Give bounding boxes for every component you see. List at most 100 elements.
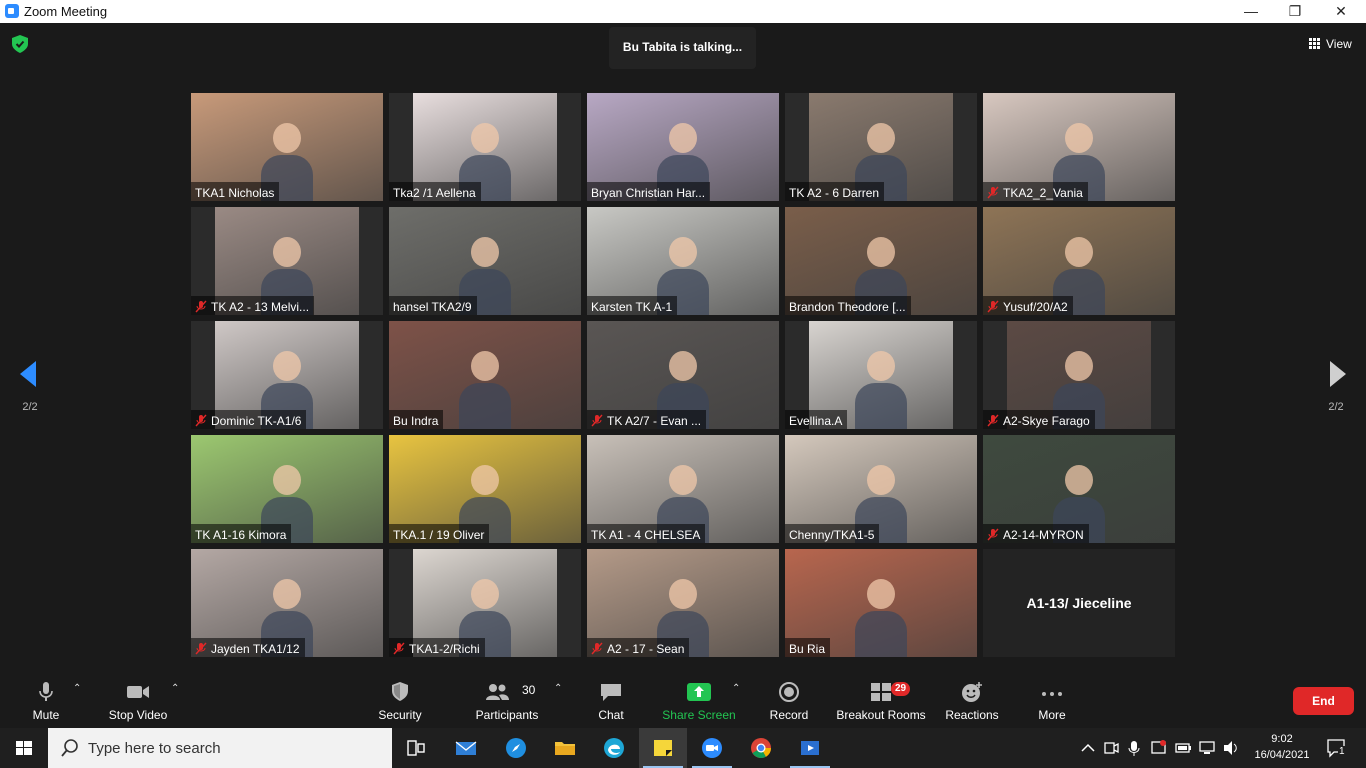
participant-name: Bu Ria [789,641,826,656]
more-button[interactable]: More [1032,675,1072,728]
participant-name-tag: TKA.1 / 19 Oliver [389,524,490,543]
participant-name-tag: TK A1 - 4 CHELSEA [587,524,706,543]
tray-network-alert-icon[interactable] [1150,728,1168,768]
windows-taskbar: Type here to search 9:02 16/04/2021 1 [0,728,1366,768]
tray-overflow-chevron-icon[interactable] [1078,728,1098,768]
search-placeholder: Type here to search [88,740,221,757]
participant-tile[interactable]: TKA1 Nicholas [191,93,383,201]
participant-face [867,237,895,267]
view-label: View [1326,37,1352,51]
action-center-button[interactable]: 1 [1322,728,1352,768]
stop-video-button[interactable]: Stop Video [104,675,172,728]
share-screen-button[interactable]: Share Screen [662,675,736,728]
end-meeting-button[interactable]: End [1293,687,1354,715]
taskbar-search-box[interactable]: Type here to search [48,728,392,768]
participant-name: Dominic TK-A1/6 [211,413,302,428]
chat-label: Chat [598,708,624,722]
participant-name-tag: Bu Indra [389,410,444,429]
audio-options-caret-icon[interactable]: ⌃ [73,683,81,694]
shield-check-icon[interactable] [12,35,28,53]
participant-tile[interactable]: Karsten TK A-1 [587,207,779,315]
breakout-rooms-badge: 29 [891,682,911,696]
participant-face [867,123,895,153]
restore-button[interactable]: ❐ [1272,0,1318,23]
participant-tile[interactable]: Bu Indra [389,321,581,429]
participant-tile[interactable]: TK A2 - 6 Darren [785,93,977,201]
microphone-icon [39,682,53,701]
participant-tile[interactable]: Yusuf/20/A2 [983,207,1175,315]
mute-button[interactable]: Mute [22,675,70,728]
share-options-caret-icon[interactable]: ⌃ [732,683,740,694]
participant-name-large: A1-13/ Jieceline [1026,595,1132,611]
participant-face [1065,465,1093,495]
participant-tile[interactable]: Bu Ria [785,549,977,657]
task-view-button[interactable] [392,728,440,768]
taskbar-mail-app[interactable] [442,728,490,768]
video-options-caret-icon[interactable]: ⌃ [171,683,179,694]
participant-name-tag: Chenny/TKA1-5 [785,524,880,543]
participant-tile[interactable]: A1-13/ Jieceline [983,549,1175,657]
minimize-button[interactable]: — [1228,0,1274,23]
meeting-area: Bu Tabita is talking... View 2/2 2/2 TKA… [0,23,1366,675]
participant-name-tag: TK A2 - 6 Darren [785,182,885,201]
participant-body [855,611,907,657]
tray-battery-icon[interactable] [1174,728,1192,768]
participant-tile[interactable]: A2 - 17 - Sean [587,549,779,657]
participant-tile[interactable]: Chenny/TKA1-5 [785,435,977,543]
participant-tile[interactable]: hansel TKA2/9 [389,207,581,315]
taskbar-zoom-app[interactable] [688,728,736,768]
taskbar-browser-app[interactable] [492,728,540,768]
taskbar-media-app[interactable] [786,728,834,768]
taskbar-edge-app[interactable] [590,728,638,768]
tray-camera-icon[interactable] [1102,728,1120,768]
participant-name-tag: A2-Skye Farago [983,410,1095,429]
reactions-button[interactable]: Reactions [944,675,1000,728]
participant-tile[interactable]: TKA.1 / 19 Oliver [389,435,581,543]
participant-tile[interactable]: Dominic TK-A1/6 [191,321,383,429]
tray-volume-icon[interactable] [1222,728,1240,768]
tray-microphone-icon[interactable] [1126,728,1142,768]
participants-label: Participants [475,708,539,722]
participant-tile[interactable]: TK A1-16 Kimora [191,435,383,543]
security-button[interactable]: Security [372,675,428,728]
taskbar-clock[interactable]: 9:02 16/04/2021 [1254,731,1310,763]
participant-name: TKA.1 / 19 Oliver [393,527,485,542]
participant-face [669,351,697,381]
participant-name-tag: TK A1-16 Kimora [191,524,292,543]
compass-browser-icon [506,738,526,758]
participant-tile[interactable]: Jayden TKA1/12 [191,549,383,657]
participant-tile[interactable]: A2-Skye Farago [983,321,1175,429]
participant-face [1065,123,1093,153]
participant-name-tag: Tka2 /1 Aellena [389,182,481,201]
participant-tile[interactable]: TKA1-2/Richi [389,549,581,657]
chat-button[interactable]: Chat [590,675,632,728]
taskbar-chrome-app[interactable] [737,728,785,768]
taskbar-sticky-notes-app[interactable] [639,728,687,768]
close-button[interactable]: ✕ [1318,0,1364,23]
participant-tile[interactable]: Tka2 /1 Aellena [389,93,581,201]
participant-tile[interactable]: Bryan Christian Har... [587,93,779,201]
participant-tile[interactable]: Evellina.A [785,321,977,429]
microphone-muted-icon [393,642,405,655]
microphone-muted-icon [195,300,207,313]
windows-start-icon[interactable] [0,728,48,768]
participant-tile[interactable]: A2-14-MYRON [983,435,1175,543]
window-title: Zoom Meeting [24,4,108,19]
participant-tile[interactable]: TK A2/7 - Evan ... [587,321,779,429]
breakout-rooms-button[interactable]: 29 Breakout Rooms [836,675,926,728]
record-button[interactable]: Record [766,675,812,728]
tray-wifi-icon[interactable] [1198,728,1216,768]
participant-tile[interactable]: TKA2_2_Vania [983,93,1175,201]
view-button[interactable]: View [1303,34,1363,54]
participant-tile[interactable]: TK A2 - 13 Melvi... [191,207,383,315]
participant-tile[interactable]: Brandon Theodore [... [785,207,977,315]
microphone-muted-icon [591,414,603,427]
taskbar-file-explorer[interactable] [541,728,589,768]
participant-name: Bryan Christian Har... [591,185,706,200]
participants-options-caret-icon[interactable]: ⌃ [554,683,562,694]
participants-button[interactable]: 30 Participants [472,675,542,728]
reactions-label: Reactions [945,708,999,722]
participant-face [273,579,301,609]
breakout-rooms-icon [871,683,891,701]
participant-tile[interactable]: TK A1 - 4 CHELSEA [587,435,779,543]
